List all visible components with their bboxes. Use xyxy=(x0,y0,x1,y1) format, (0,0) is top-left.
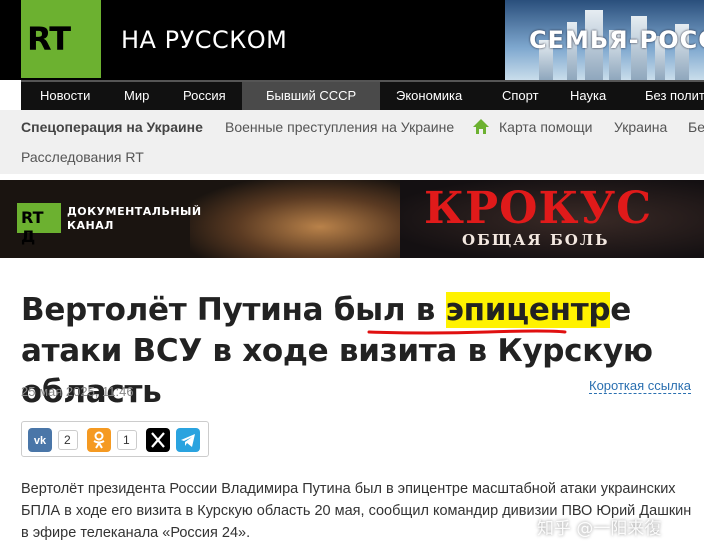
site-header: RT НА РУССКОМ СЕМЬЯ-РОССИЯ xyxy=(0,0,704,80)
zhihu-watermark: 知乎 @一阳来復 xyxy=(537,519,662,539)
banner-subtitle: ОБЩАЯ БОЛЬ xyxy=(462,231,610,249)
subnav-help-map[interactable]: Карта помощи xyxy=(499,119,592,135)
short-link[interactable]: Короткая ссылка xyxy=(589,378,691,394)
x-icon xyxy=(151,432,165,448)
help-map-icon xyxy=(473,119,489,134)
nav-item-news[interactable]: Новости xyxy=(40,82,90,110)
vk-share-count: 2 xyxy=(58,430,78,450)
subnav-rt-investigations[interactable]: Расследования RT xyxy=(21,149,144,165)
nav-item-russia[interactable]: Россия xyxy=(183,82,226,110)
subnav-ukraine[interactable]: Украина xyxy=(614,119,667,135)
sub-nav: Спецоперация на Украине Военные преступл… xyxy=(0,110,704,174)
vk-share-button[interactable]: vk xyxy=(28,428,52,452)
nav-item-economy[interactable]: Экономика xyxy=(396,82,462,110)
ok-share-button[interactable] xyxy=(87,428,111,452)
subnav-more[interactable]: Бе xyxy=(688,119,704,135)
main-nav: Новости Мир Россия Бывший СССР Экономика… xyxy=(21,80,704,110)
telegram-share-button[interactable] xyxy=(176,428,200,452)
svg-text:vk: vk xyxy=(34,435,47,447)
site-title[interactable]: НА РУССКОМ xyxy=(121,26,287,54)
nav-item-world[interactable]: Мир xyxy=(124,82,149,110)
share-bar: vk 2 1 xyxy=(21,421,209,457)
rt-logo-text: RT xyxy=(27,20,71,58)
x-share-button[interactable] xyxy=(146,428,170,452)
red-underline-annotation xyxy=(367,329,567,335)
rt-documentary-logo: RT Д xyxy=(17,203,61,246)
promo-banner[interactable]: СЕМЬЯ-РОССИЯ xyxy=(505,0,704,80)
promo-text: СЕМЬЯ-РОССИЯ xyxy=(529,26,704,54)
subnav-special-operation[interactable]: Спецоперация на Украине xyxy=(21,119,203,135)
rt-logo[interactable]: RT xyxy=(21,0,101,78)
ok-share-count: 1 xyxy=(117,430,137,450)
nav-item-sport[interactable]: Спорт xyxy=(502,82,539,110)
telegram-icon xyxy=(181,434,195,447)
odnoklassniki-icon xyxy=(93,431,105,449)
publish-date: 25 мая 2025, 11:46 xyxy=(21,384,134,399)
title-highlight: эпицентр xyxy=(445,292,611,328)
channel-label: ДОКУМЕНТАЛЬНЫЙ КАНАЛ xyxy=(67,205,202,232)
subnav-war-crimes[interactable]: Военные преступления на Украине xyxy=(225,119,454,135)
nav-item-science[interactable]: Наука xyxy=(570,82,606,110)
nav-item-no-politics[interactable]: Без политики xyxy=(645,82,704,110)
nav-item-former-ussr[interactable]: Бывший СССР xyxy=(242,82,381,110)
vk-icon: vk xyxy=(34,435,47,447)
banner-title: КРОКУС xyxy=(424,183,653,234)
